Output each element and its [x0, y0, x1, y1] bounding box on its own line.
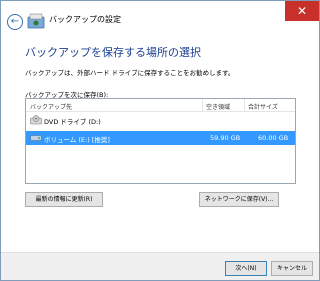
page-description: バックアップは、外部ハード ドライブに保存することをお勧めします。 — [25, 69, 235, 77]
backup-app-icon — [27, 13, 45, 29]
backup-settings-window: ← バックアップの設定 ✕ バックアップを保存する場所の選択 バックアップは、外… — [0, 0, 320, 281]
column-header-free-space[interactable]: 空き領域 — [206, 102, 230, 111]
list-item-name: ボリューム (E:) [推奨] — [44, 136, 110, 144]
list-item-name: DVD ドライブ (D:) — [44, 118, 101, 126]
list-item-free-space: 59.90 GB — [210, 134, 241, 142]
window-title: バックアップの設定 — [49, 15, 121, 24]
list-header: バックアップ先 空き領域 合計サイズ — [26, 99, 295, 112]
list-item-volume-e[interactable]: ボリューム (E:) [推奨] 59.90 GB 60.00 GB — [26, 131, 295, 145]
list-item-dvd-drive[interactable]: DVD ドライブ (D:) — [26, 113, 295, 127]
dialog-footer: 次へ(N) キャンセル — [1, 252, 319, 280]
page-heading: バックアップを保存する場所の選択 — [25, 46, 201, 59]
close-button[interactable]: ✕ — [285, 1, 319, 21]
column-separator — [244, 99, 245, 111]
hard-drive-icon — [30, 135, 42, 141]
save-on-network-button[interactable]: ネットワークに保存(V)... — [199, 192, 279, 207]
title-bar: ← バックアップの設定 ✕ — [1, 1, 319, 35]
destination-list[interactable]: バックアップ先 空き領域 合計サイズ DVD ドライブ (D:) ボリューム (… — [25, 98, 296, 184]
column-header-total-size[interactable]: 合計サイズ — [248, 102, 278, 111]
list-item-total-size: 60.00 GB — [258, 134, 289, 142]
back-button[interactable]: ← — [7, 14, 23, 30]
close-icon: ✕ — [296, 4, 308, 18]
refresh-button[interactable]: 最新の情報に更新(R) — [25, 192, 103, 207]
back-arrow-icon: ← — [10, 16, 20, 27]
next-button[interactable]: 次へ(N) — [225, 261, 267, 276]
column-separator — [202, 99, 203, 111]
dvd-drive-icon — [30, 115, 42, 125]
cancel-button[interactable]: キャンセル — [271, 261, 313, 276]
column-header-destination[interactable]: バックアップ先 — [30, 102, 72, 111]
